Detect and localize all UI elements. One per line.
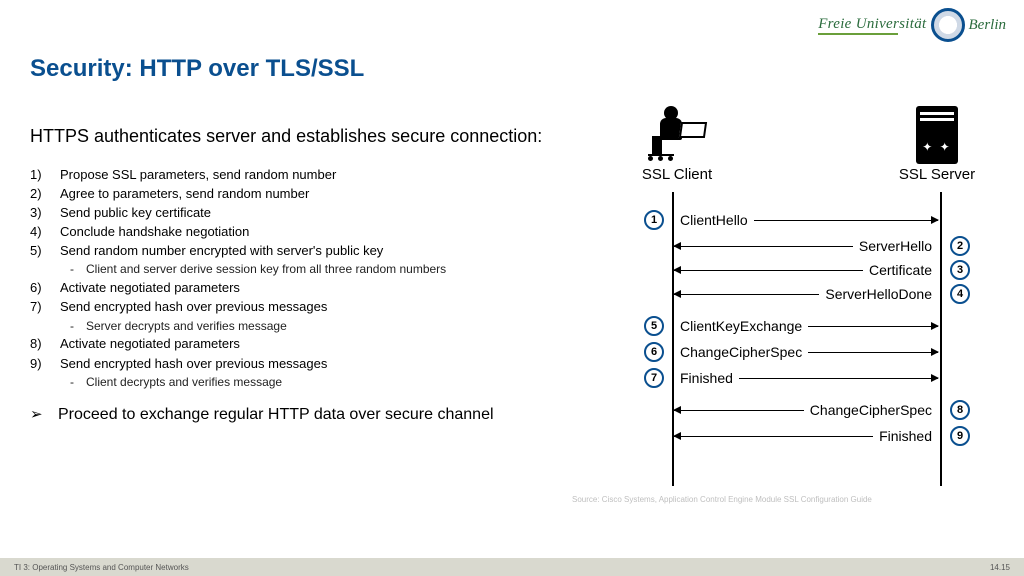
substep-5: Client and server derive session key fro…: [30, 261, 550, 278]
steps-list: Propose SSL parameters, send random numb…: [30, 166, 550, 391]
msg-2: ServerHello: [674, 236, 938, 256]
logo-text-1: Freie Universität: [818, 16, 926, 32]
intro-text: HTTPS authenticates server and establish…: [30, 125, 550, 148]
step-badge-7: 7: [644, 368, 664, 388]
sequence-diagram: SSL Client ✦ ✦ SSL Server ClientHello 1 Se…: [572, 100, 1002, 510]
logo-text-2: Berlin: [969, 17, 1007, 34]
msg-text-1: ClientHello: [674, 212, 754, 228]
footer-bar: TI 3: Operating Systems and Computer Net…: [0, 558, 1024, 576]
client-label: SSL Client: [612, 166, 742, 183]
arrow-left-icon: [674, 246, 853, 247]
logo-rule: [818, 33, 898, 35]
step-badge-1: 1: [644, 210, 664, 230]
step-3: Send public key certificate: [30, 204, 550, 222]
actor-client: SSL Client: [612, 100, 742, 183]
msg-text-4: ServerHelloDone: [819, 286, 938, 302]
actor-server: ✦ ✦ SSL Server: [882, 100, 992, 183]
step-1: Propose SSL parameters, send random numb…: [30, 166, 550, 184]
step-7: Send encrypted hash over previous messag…: [30, 298, 550, 316]
arrow-right-icon: [808, 326, 938, 327]
msg-3: Certificate: [674, 260, 938, 280]
msg-text-6: ChangeCipherSpec: [674, 344, 808, 360]
person-at-computer-icon: [612, 100, 742, 164]
msg-text-5: ClientKeyExchange: [674, 318, 808, 334]
msg-text-9: Finished: [873, 428, 938, 444]
step-badge-2: 2: [950, 236, 970, 256]
diagram-source: Source: Cisco Systems, Application Contr…: [572, 495, 1002, 504]
step-badge-6: 6: [644, 342, 664, 362]
server-label: SSL Server: [882, 166, 992, 183]
arrow-left-icon: [674, 436, 873, 437]
step-2: Agree to parameters, send random number: [30, 185, 550, 203]
university-logo: Freie Universität Berlin: [818, 8, 1006, 42]
step-badge-9: 9: [950, 426, 970, 446]
msg-text-3: Certificate: [863, 262, 938, 278]
msg-4: ServerHelloDone: [674, 284, 938, 304]
arrow-left-icon: [674, 270, 863, 271]
proceed-text: Proceed to exchange regular HTTP data ov…: [30, 405, 550, 426]
page-title: Security: HTTP over TLS/SSL: [30, 55, 364, 83]
msg-1: ClientHello: [674, 210, 938, 230]
msg-9: Finished: [674, 426, 938, 446]
msg-8: ChangeCipherSpec: [674, 400, 938, 420]
step-badge-3: 3: [950, 260, 970, 280]
seal-icon: [931, 8, 965, 42]
step-badge-5: 5: [644, 316, 664, 336]
substep-7: Server decrypts and verifies message: [30, 318, 550, 335]
arrow-left-icon: [674, 410, 804, 411]
step-badge-8: 8: [950, 400, 970, 420]
msg-text-7: Finished: [674, 370, 739, 386]
step-4: Conclude handshake negotiation: [30, 223, 550, 241]
msg-6: ChangeCipherSpec: [674, 342, 938, 362]
body-text: HTTPS authenticates server and establish…: [30, 125, 550, 425]
substep-9: Client decrypts and verifies message: [30, 374, 550, 391]
step-badge-4: 4: [950, 284, 970, 304]
arrow-right-icon: [739, 378, 938, 379]
step-6: Activate negotiated parameters: [30, 279, 550, 297]
lifeline-server: [940, 192, 942, 486]
slide: Freie Universität Berlin Security: HTTP …: [0, 0, 1024, 576]
msg-5: ClientKeyExchange: [674, 316, 938, 336]
msg-text-8: ChangeCipherSpec: [804, 402, 938, 418]
footer-right: 14.15: [990, 563, 1010, 572]
step-5: Send random number encrypted with server…: [30, 242, 550, 260]
msg-7: Finished: [674, 368, 938, 388]
arrow-left-icon: [674, 294, 819, 295]
footer-left: TI 3: Operating Systems and Computer Net…: [14, 563, 189, 572]
server-rack-icon: ✦ ✦: [882, 100, 992, 164]
step-9: Send encrypted hash over previous messag…: [30, 355, 550, 373]
arrow-right-icon: [754, 220, 938, 221]
step-8: Activate negotiated parameters: [30, 335, 550, 353]
arrow-right-icon: [808, 352, 938, 353]
msg-text-2: ServerHello: [853, 238, 938, 254]
